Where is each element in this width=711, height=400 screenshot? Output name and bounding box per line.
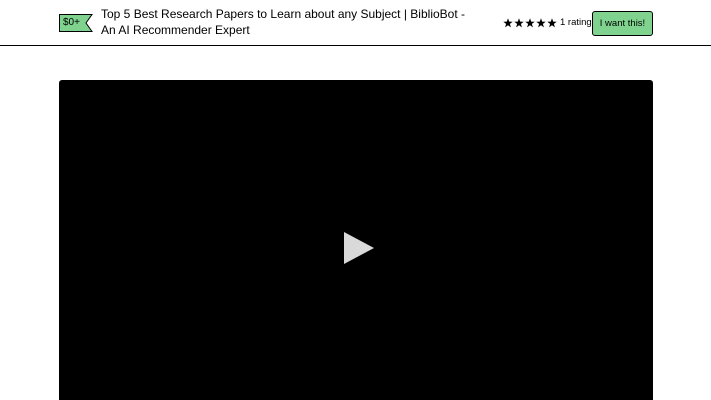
play-icon[interactable] [343,231,375,265]
product-header: $0+ Top 5 Best Research Papers to Learn … [0,0,711,46]
star-icon [503,17,513,27]
i-want-this-button[interactable]: I want this! [592,11,653,36]
rating: 1 rating [503,16,592,29]
video-player[interactable] [59,80,653,400]
play-button[interactable] [343,231,375,265]
star-icon [514,17,524,27]
rating-stars [503,17,557,28]
product-title: Top 5 Best Research Papers to Learn abou… [101,7,465,37]
rating-count: 1 rating [560,17,592,28]
star-icon [547,17,557,27]
star-icon [536,17,546,27]
star-icon [525,17,535,27]
price-tag: $0+ [59,14,93,32]
price-label: $0+ [63,17,80,28]
